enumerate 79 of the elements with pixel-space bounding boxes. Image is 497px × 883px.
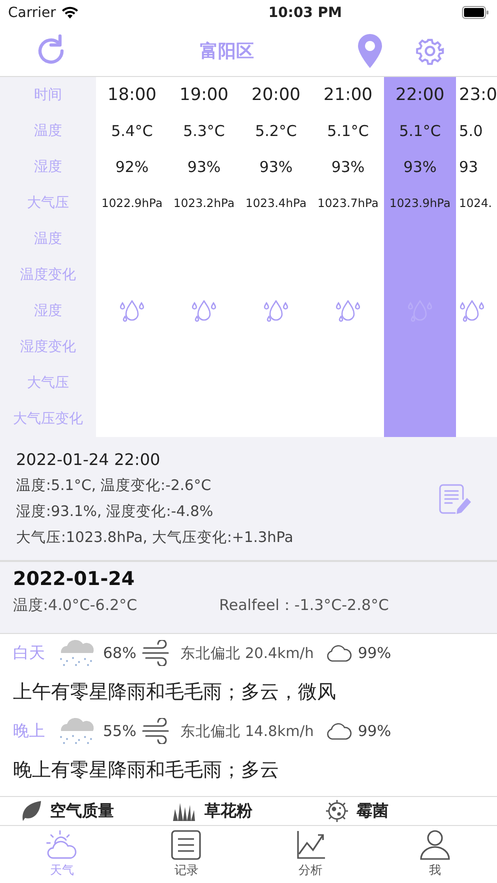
row-label: 湿度: [33, 158, 63, 177]
period-description: 晚上有零星降雨和毛毛雨；多云: [13, 758, 280, 783]
location-title: 富阳区: [200, 40, 254, 62]
wind-value: 东北偏北 20.4km/h: [180, 644, 314, 662]
row-label: 大气压变化: [12, 410, 84, 429]
table-cell: 18:00: [108, 85, 156, 105]
row-label: 温度变化: [19, 266, 77, 285]
leaf-icon: [20, 800, 42, 822]
settings-icon[interactable]: [416, 36, 444, 64]
table-cell: 5.0: [459, 122, 483, 140]
cloud-icon: [326, 643, 352, 663]
table-cell: 1023.4hPa: [246, 196, 306, 210]
table-cell: 5.3°C: [183, 122, 225, 140]
table-cell: 22:00: [396, 85, 444, 105]
table-cell: 5.4°C: [111, 122, 153, 140]
location-pin-icon[interactable]: [358, 34, 382, 68]
index-label[interactable]: 空气质量: [50, 800, 114, 822]
water-drops-icon: [191, 299, 217, 323]
water-drops-icon: [119, 299, 145, 323]
precipitation-value: 55%: [103, 722, 136, 740]
index-label[interactable]: 草花粉: [204, 800, 252, 822]
cloud-cover-value: 99%: [358, 644, 392, 662]
tab-item[interactable]: 我: [372, 826, 497, 883]
line-chart-icon: [296, 830, 326, 860]
detail-datetime: 2022-01-24 22:00: [16, 450, 162, 469]
table-cell: 5.1°C: [399, 122, 441, 140]
person-icon: [418, 830, 451, 860]
note-edit-icon[interactable]: [437, 482, 471, 516]
row-label: 湿度变化: [19, 338, 77, 357]
germ-icon: [324, 799, 349, 823]
battery-icon: [462, 6, 489, 19]
row-label: 大气压: [26, 194, 70, 213]
tab-item[interactable]: 记录: [124, 826, 248, 883]
row-label: 大气压: [26, 374, 70, 393]
tab-item[interactable]: 分析: [248, 826, 373, 883]
table-cell: 93%: [331, 158, 365, 176]
cloud-cover-value: 99%: [358, 722, 392, 740]
index-label[interactable]: 霉菌: [356, 800, 389, 822]
table-cell: 1023.2hPa: [174, 196, 234, 210]
water-drops-icon: [263, 299, 289, 323]
detail-line: 温度:5.1°C, 温度变化:-2.6°C: [16, 476, 212, 495]
table-cell: 19:00: [180, 85, 228, 105]
table-cell: 93%: [259, 158, 293, 176]
water-drops-icon: [335, 299, 361, 323]
day-temperature-range: 温度:4.0°C-6.2°C: [13, 596, 138, 615]
day-date: 2022-01-24: [13, 568, 136, 590]
cloud-icon: [326, 721, 352, 741]
table-cell: 5.1°C: [327, 122, 369, 140]
realfeel-range: Realfeel：-1.3°C-2.8°C: [219, 596, 389, 615]
table-cell: 1023.7hPa: [318, 196, 378, 210]
table-cell: 21:00: [324, 85, 372, 105]
row-label: 时间: [33, 86, 63, 105]
row-label: 湿度: [33, 302, 63, 321]
wifi-icon: [60, 6, 79, 19]
sun-cloud-icon: [46, 830, 78, 860]
table-cell: 23:0: [459, 85, 497, 105]
water-drops-icon: [459, 299, 485, 323]
table-cell: 93%: [187, 158, 221, 176]
list-icon: [171, 830, 202, 860]
precipitation-value: 68%: [103, 644, 136, 662]
row-label: 温度: [33, 122, 63, 141]
carrier-name: Carrier: [8, 4, 56, 20]
row-label: 温度: [33, 230, 63, 249]
period-label: 白天: [13, 642, 45, 664]
period-description: 上午有零星降雨和毛毛雨；多云，微风: [13, 680, 337, 705]
wind-value: 东北偏北 14.8km/h: [180, 722, 314, 740]
table-cell: 93: [459, 158, 478, 176]
table-cell: 1023.9hPa: [390, 196, 450, 210]
detail-line: 大气压:1023.8hPa, 大气压变化:+1.3hPa: [16, 528, 294, 547]
selected-hour-column[interactable]: 22:00 5.1°C 93% 1023.9hPa: [384, 77, 456, 437]
clock-time: 10:03 PM: [268, 4, 342, 20]
table-cell: 1024.: [459, 196, 492, 210]
period-label: 晚上: [13, 720, 45, 742]
table-cell: 1022.9hPa: [102, 196, 162, 210]
table-cell: 92%: [115, 158, 149, 176]
table-cell: 20:00: [252, 85, 300, 105]
table-cell: 93%: [403, 158, 437, 176]
table-cell: 5.2°C: [255, 122, 297, 140]
detail-line: 湿度:93.1%, 湿度变化:-4.8%: [16, 502, 214, 521]
